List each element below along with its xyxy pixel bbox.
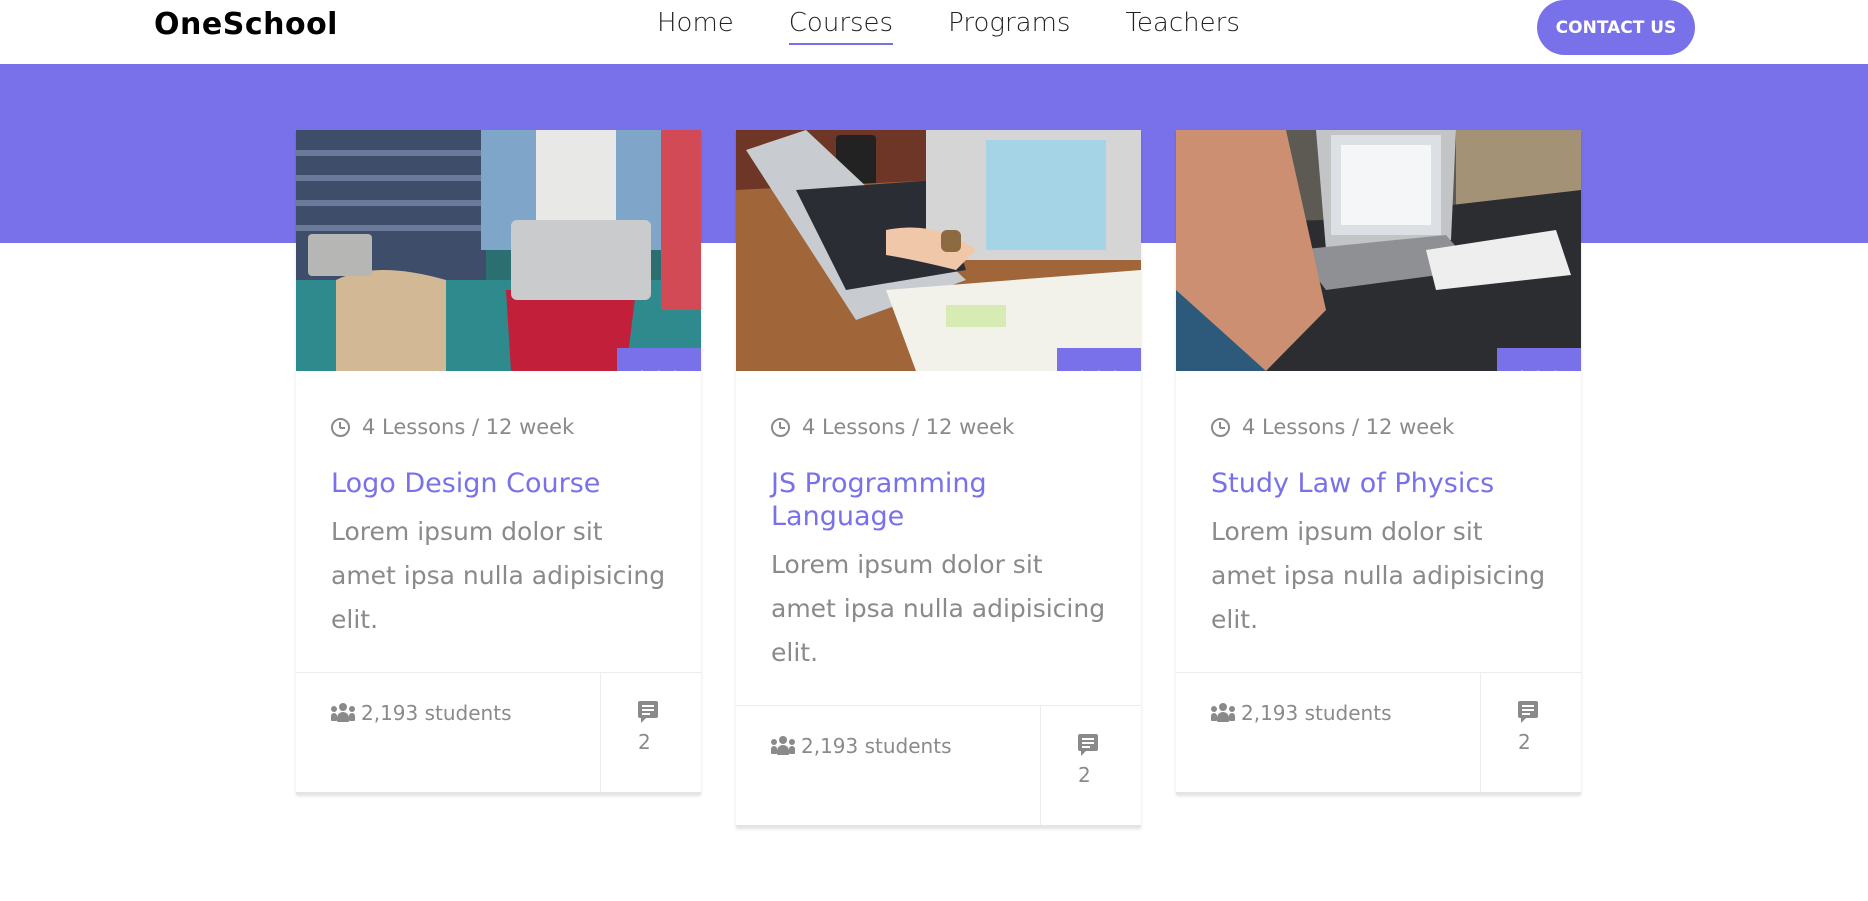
clock-icon — [331, 417, 350, 437]
course-description: Lorem ipsum dolor sit amet ipsa nulla ad… — [1211, 517, 1546, 634]
top-navbar: OneSchool Home Courses Programs Teachers… — [0, 0, 1868, 64]
comments[interactable]: 2 — [1480, 673, 1581, 792]
course-meta: 4 Lessons / 12 week — [331, 415, 666, 439]
card-body: 4 Lessons / 12 week Logo Design Course L… — [296, 371, 701, 672]
card-footer: 2,193 students 2 — [1176, 672, 1581, 792]
lessons-text: 4 Lessons / 12 week — [1242, 415, 1455, 439]
contact-us-button[interactable]: CONTACT US — [1537, 0, 1695, 55]
card-body: 4 Lessons / 12 week JS Programming Langu… — [736, 371, 1141, 705]
comment-icon — [638, 701, 658, 723]
lessons-text: 4 Lessons / 12 week — [362, 415, 575, 439]
students-count: 2,193 students — [296, 673, 600, 792]
lessons-text: 4 Lessons / 12 week — [802, 415, 1015, 439]
price-badge: $99 — [617, 348, 701, 371]
students-text: 2,193 students — [361, 701, 512, 725]
comments-count: 2 — [1078, 763, 1091, 787]
comments[interactable]: 2 — [600, 673, 701, 792]
course-title[interactable]: Logo Design Course — [331, 467, 666, 500]
users-icon — [331, 703, 355, 723]
clock-icon — [1211, 417, 1230, 437]
price-badge: $99 — [1057, 348, 1141, 371]
nav-teachers[interactable]: Teachers — [1125, 8, 1239, 44]
students-text: 2,193 students — [1241, 701, 1392, 725]
course-title[interactable]: JS Programming Language — [771, 467, 1031, 533]
site-logo[interactable]: OneSchool — [154, 7, 338, 42]
course-title[interactable]: Study Law of Physics — [1211, 467, 1546, 500]
students-text: 2,193 students — [801, 734, 952, 758]
nav-courses[interactable]: Courses — [788, 8, 894, 45]
users-icon — [1211, 703, 1235, 723]
price-badge: $20 — [1497, 348, 1581, 371]
students-laptop-photo — [296, 130, 701, 371]
laptop-typing-photo — [736, 130, 1141, 371]
nav-programs[interactable]: Programs — [948, 8, 1070, 44]
course-meta: 4 Lessons / 12 week — [771, 415, 1106, 439]
card-body: 4 Lessons / 12 week Study Law of Physics… — [1176, 371, 1581, 672]
main-nav: Home Courses Programs Teachers — [657, 8, 1295, 45]
clock-icon — [771, 417, 790, 437]
card-footer: 2,193 students 2 — [296, 672, 701, 792]
course-image[interactable]: $99 — [736, 130, 1141, 371]
course-card: $20 4 Lessons / 12 week Study Law of Phy… — [1176, 130, 1581, 794]
course-card: $99 4 Lessons / 12 week JS Programming L… — [736, 130, 1141, 827]
course-description: Lorem ipsum dolor sit amet ipsa nulla ad… — [331, 517, 666, 634]
laptop-desk-photo — [1176, 130, 1581, 371]
students-count: 2,193 students — [1176, 673, 1480, 792]
comment-icon — [1078, 734, 1098, 756]
comments-count: 2 — [638, 730, 651, 754]
students-count: 2,193 students — [736, 706, 1040, 825]
course-meta: 4 Lessons / 12 week — [1211, 415, 1546, 439]
comments[interactable]: 2 — [1040, 706, 1141, 825]
card-footer: 2,193 students 2 — [736, 705, 1141, 825]
comment-icon — [1518, 701, 1538, 723]
course-image[interactable]: $20 — [1176, 130, 1581, 371]
course-description: Lorem ipsum dolor sit amet ipsa nulla ad… — [771, 550, 1106, 667]
course-card: $99 4 Lessons / 12 week Logo Design Cour… — [296, 130, 701, 794]
course-image[interactable]: $99 — [296, 130, 701, 371]
users-icon — [771, 736, 795, 756]
comments-count: 2 — [1518, 730, 1531, 754]
nav-home[interactable]: Home — [657, 8, 734, 44]
